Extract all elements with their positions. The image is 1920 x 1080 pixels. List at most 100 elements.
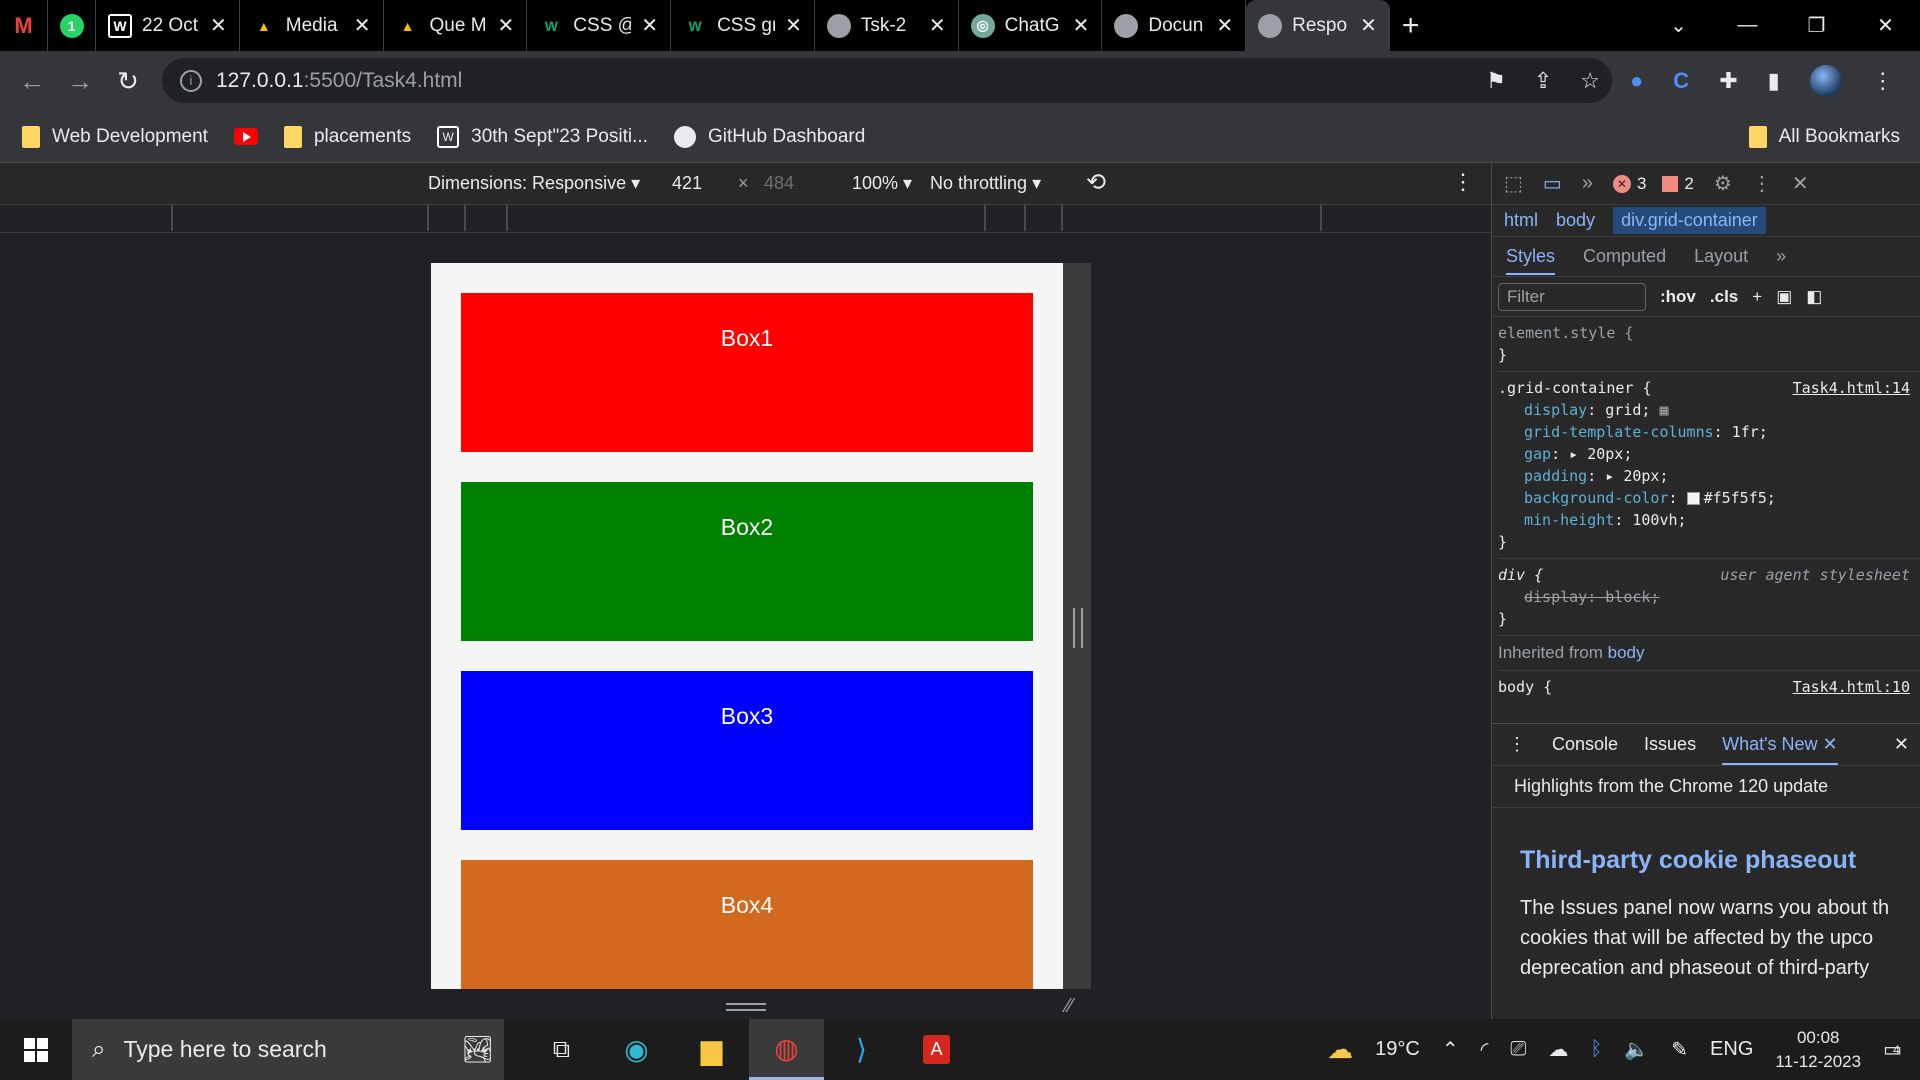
close-icon[interactable]: ✕	[1073, 13, 1090, 38]
inspect-icon[interactable]: ⬚	[1504, 171, 1523, 196]
filter-input[interactable]: Filter	[1498, 282, 1646, 311]
resize-handle-corner[interactable]: ⁄⁄	[1066, 995, 1086, 1017]
vscode-icon[interactable]: ⟩	[824, 1019, 899, 1080]
hov-toggle[interactable]: :hov	[1660, 287, 1696, 307]
minimize-button[interactable]: —	[1713, 14, 1782, 37]
close-window-button[interactable]: ✕	[1851, 13, 1920, 38]
tab-item[interactable]: ◎ ChatG ✕	[959, 0, 1103, 51]
close-icon[interactable]: ✕	[929, 13, 946, 38]
acrobat-icon[interactable]: A	[899, 1019, 974, 1080]
css-property[interactable]: min-height: 100vh;	[1498, 509, 1920, 531]
address-bar[interactable]: i 127.0.0.1 :5500/Task4.html ⚑ ⇪ ☆	[162, 58, 1612, 103]
tab-item[interactable]: Tsk-2 ✕	[815, 0, 959, 51]
share-icon[interactable]: ⇪	[1534, 68, 1552, 94]
height-input[interactable]: 484	[764, 173, 794, 194]
tab-gmail[interactable]: M	[0, 0, 48, 51]
tab-item[interactable]: W 22 Oct ✕	[96, 0, 240, 51]
whats-new-title[interactable]: Third-party cookie phaseout	[1492, 808, 1920, 875]
clock[interactable]: 00:08 11-12-2023	[1775, 1026, 1861, 1074]
kebab-menu-icon[interactable]: ⋮	[1872, 68, 1894, 94]
more-tabs-icon[interactable]: »	[1582, 172, 1593, 195]
tab-layout[interactable]: Layout	[1694, 246, 1748, 267]
back-icon[interactable]: ←	[8, 66, 56, 97]
zoom-select[interactable]: 100% ▾	[852, 173, 912, 194]
css-property[interactable]: grid-template-columns: 1fr;	[1498, 421, 1920, 443]
kebab-menu-icon[interactable]: ⋮	[1752, 171, 1772, 196]
extension-icon[interactable]: ●	[1630, 68, 1643, 94]
tab-console[interactable]: Console	[1552, 734, 1618, 755]
tab-item[interactable]: Docun ✕	[1102, 0, 1247, 51]
rotate-icon[interactable]: ⟲	[1086, 168, 1106, 197]
tab-item[interactable]: ▲ Media ✕	[240, 0, 384, 51]
grid-editor-icon[interactable]: ▦	[1659, 401, 1668, 419]
sidebar-toggle-icon[interactable]: ◧	[1806, 287, 1822, 307]
crumb-html[interactable]: html	[1504, 210, 1538, 231]
css-property[interactable]: padding: ▸ 20px;	[1498, 465, 1920, 487]
close-icon[interactable]: ✕	[1792, 171, 1809, 196]
avatar[interactable]	[1809, 65, 1842, 97]
star-icon[interactable]: ☆	[1580, 68, 1600, 94]
info-icon[interactable]: i	[180, 69, 202, 92]
close-icon[interactable]: ✕	[641, 13, 658, 38]
task-view-icon[interactable]: ⧉	[524, 1019, 599, 1080]
drawer-menu-icon[interactable]: ⋮	[1508, 734, 1526, 755]
network-icon[interactable]: ◜	[1481, 1037, 1489, 1062]
resize-handle-bottom[interactable]	[726, 1003, 766, 1011]
chevron-up-icon[interactable]: ⌃	[1442, 1037, 1459, 1062]
extension-c-icon[interactable]: C	[1673, 68, 1689, 94]
close-drawer-icon[interactable]: ✕	[1894, 734, 1909, 755]
device-toggle-icon[interactable]: ▭	[1543, 171, 1562, 196]
color-swatch[interactable]	[1686, 492, 1700, 505]
pen-icon[interactable]: ✎	[1671, 1037, 1688, 1062]
width-input[interactable]: 421	[672, 173, 702, 194]
close-icon[interactable]: ✕	[210, 13, 227, 38]
tab-item[interactable]: W CSS gr ✕	[671, 0, 815, 51]
more-options-icon[interactable]: ⋮	[1452, 169, 1474, 195]
close-icon[interactable]: ✕	[498, 13, 515, 38]
tab-whatsapp[interactable]: 1	[48, 0, 96, 51]
tab-whats-new[interactable]: What's New ✕	[1722, 734, 1838, 765]
gear-icon[interactable]: ⚙	[1714, 171, 1732, 196]
expand-icon[interactable]: ▸	[1605, 467, 1614, 485]
all-bookmarks[interactable]: All Bookmarks	[1748, 125, 1900, 148]
css-property[interactable]: background-color: #f5f5f5;	[1498, 487, 1920, 509]
volume-icon[interactable]: 🔈	[1624, 1037, 1649, 1062]
start-button[interactable]	[0, 1037, 72, 1062]
onedrive-icon[interactable]: ☁	[1548, 1037, 1568, 1062]
restore-button[interactable]: ❐	[1782, 13, 1851, 38]
forward-icon[interactable]: →	[56, 66, 104, 97]
taskbar-search[interactable]: ⌕ Type here to search 🏞	[72, 1019, 504, 1080]
file-explorer-icon[interactable]: ▆	[674, 1019, 749, 1080]
cls-toggle[interactable]: .cls	[1710, 287, 1738, 307]
add-rule-icon[interactable]: +	[1752, 287, 1762, 307]
sidepanel-icon[interactable]: ▮	[1768, 68, 1780, 94]
new-tab-button[interactable]: +	[1402, 9, 1420, 43]
tab-item[interactable]: ▲ Que M ✕	[384, 0, 528, 51]
reload-icon[interactable]: ↻	[104, 66, 152, 97]
paint-icon[interactable]: ▣	[1776, 287, 1792, 307]
edge-icon[interactable]: ◉	[599, 1019, 674, 1080]
close-icon[interactable]: ✕	[785, 13, 802, 38]
notifications-icon[interactable]: ▭ 4	[1883, 1037, 1902, 1062]
bluetooth-icon[interactable]: ᛒ	[1590, 1038, 1602, 1061]
resize-handle-right[interactable]	[1063, 263, 1091, 989]
inherited-from-link[interactable]: body	[1608, 643, 1645, 662]
crumb-body[interactable]: body	[1556, 210, 1595, 231]
puzzle-icon[interactable]: ✚	[1719, 68, 1737, 94]
bookmark-link[interactable]: GitHub Dashboard	[673, 125, 865, 148]
css-property[interactable]: display: grid; ▦	[1498, 399, 1920, 421]
bookmark-youtube[interactable]	[233, 128, 258, 145]
weather-icon[interactable]: ☁	[1327, 1034, 1353, 1065]
language-indicator[interactable]: ENG	[1710, 1038, 1753, 1061]
dimensions-select[interactable]: Dimensions: Responsive ▾	[428, 173, 640, 194]
css-property[interactable]: gap: ▸ 20px;	[1498, 443, 1920, 465]
translate-icon[interactable]: ⚑	[1486, 68, 1506, 94]
tab-search-icon[interactable]: ⌄	[1644, 13, 1713, 38]
meet-icon[interactable]: ⎚	[1510, 1038, 1526, 1061]
source-link[interactable]: Task4.html:14	[1793, 377, 1910, 399]
source-link[interactable]: Task4.html:10	[1793, 676, 1910, 698]
tab-issues[interactable]: Issues	[1644, 734, 1696, 755]
close-icon[interactable]: ✕	[1216, 13, 1233, 38]
more-tabs-icon[interactable]: »	[1776, 246, 1786, 267]
weather-temp[interactable]: 19°C	[1375, 1038, 1420, 1061]
